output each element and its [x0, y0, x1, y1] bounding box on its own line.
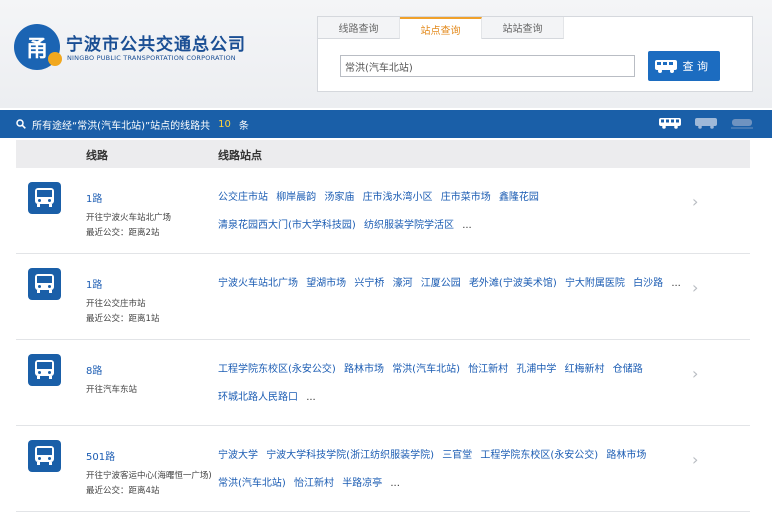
route-name-link[interactable]: 1路	[86, 276, 102, 291]
stop-link[interactable]: 宁波大学	[218, 450, 258, 461]
stop-link[interactable]: 工程学院东校区(永安公交)	[480, 450, 598, 461]
route-nearest-bus: 最近公交：距离4站	[86, 486, 160, 496]
stop-link[interactable]: 纺织服装学院学活区	[364, 220, 454, 231]
stop-link[interactable]: 常洪(汽车北站)	[392, 364, 460, 375]
bus-icon	[35, 188, 54, 207]
results-count: 10	[218, 118, 231, 130]
route-nearest-bus: 最近公交：距离1站	[86, 314, 160, 324]
stop-link[interactable]: 孔浦中学	[516, 364, 556, 375]
table-header: 线路 线路站点	[16, 140, 750, 168]
tab-stop-to-stop-query[interactable]: 站站查询	[482, 17, 564, 39]
stop-link[interactable]: 半路凉亭	[342, 478, 382, 489]
stop-link[interactable]: 怡江新村	[294, 478, 334, 489]
stop-link[interactable]: 庄市浅水湾小区	[363, 192, 433, 203]
stop-link[interactable]: 仓储路	[613, 364, 643, 375]
search-input[interactable]	[340, 55, 635, 77]
chevron-right-icon[interactable]: ›	[692, 450, 698, 469]
stop-link[interactable]: 清泉花园西大门(市大学科技园)	[218, 220, 356, 231]
route-name-link[interactable]: 8路	[86, 362, 102, 377]
logo-mark-icon: 甬	[14, 24, 62, 70]
route-direction: 开往公交庄市站	[86, 299, 146, 309]
more-stops: ...	[390, 478, 400, 489]
route-stops: 宁波大学 宁波大学科技学院(浙江纺织服装学院) 三官堂 工程学院东校区(永安公交…	[218, 442, 682, 498]
stop-link[interactable]: 三官堂	[442, 450, 472, 461]
column-stops: 线路站点	[218, 149, 262, 162]
stop-link[interactable]: 宁波大学科技学院(浙江纺织服装学院)	[266, 450, 434, 461]
stop-link[interactable]: 白沙路	[633, 278, 663, 289]
more-stops: ...	[306, 392, 316, 403]
stop-link[interactable]: 兴宁桥	[354, 278, 384, 289]
chevron-right-icon[interactable]: ›	[692, 364, 698, 383]
route-stops: 工程学院东校区(永安公交) 路林市场 常洪(汽车北站) 怡江新村 孔浦中学 红梅…	[218, 356, 682, 412]
route-bus-icon	[28, 182, 61, 214]
stop-link[interactable]: 环城北路人民路口	[218, 392, 298, 403]
route-nearest-bus: 最近公交：距离2站	[86, 228, 160, 238]
route-bus-icon	[28, 354, 61, 386]
stop-link[interactable]: 红梅新村	[565, 364, 605, 375]
stop-link[interactable]: 宁大附属医院	[565, 278, 625, 289]
stop-link[interactable]: 濠河	[393, 278, 413, 289]
route-row[interactable]: 8路开往汽车东站 工程学院东校区(永安公交) 路林市场 常洪(汽车北站) 怡江新村…	[16, 340, 750, 426]
route-row[interactable]: 1路开往公交庄市站最近公交：距离1站 宁波火车站北广场 望湖市场 兴宁桥 濠河 江…	[16, 254, 750, 340]
results-summary-prefix: 所有途经“常洪(汽车北站)”站点的线路共	[32, 120, 211, 132]
stop-link[interactable]: 望湖市场	[306, 278, 346, 289]
route-direction: 开往汽车东站	[86, 385, 138, 395]
stop-link[interactable]: 工程学院东校区(永安公交)	[218, 364, 336, 375]
route-stops: 公交庄市站 柳岸晨韵 汤家庙 庄市浅水湾小区 庄市菜市场 鑫隆花园 清泉花园西大…	[218, 184, 682, 240]
results-summary-suffix: 条	[238, 120, 249, 132]
search-tabs: 线路查询 站点查询 站站查询	[318, 17, 564, 39]
company-logo[interactable]: 甬 宁波市公共交通总公司 NINGBO PUBLIC TRANSPORTATIO…	[14, 24, 264, 74]
stop-link[interactable]: 江厦公园	[421, 278, 461, 289]
column-route: 线路	[86, 149, 108, 162]
route-bus-icon	[28, 440, 61, 472]
route-name-link[interactable]: 501路	[86, 448, 115, 463]
stop-link[interactable]: 怡江新村	[468, 364, 508, 375]
bus-icon	[35, 360, 54, 379]
route-row[interactable]: 501路开往宁波客运中心(海曙恒一广场) 最近公交：距离4站 宁波大学 宁波大学科技…	[16, 426, 750, 512]
more-stops: ...	[462, 220, 472, 231]
bus-icon	[35, 446, 54, 465]
route-stops: 宁波火车站北广场 望湖市场 兴宁桥 濠河 江厦公园 老外滩(宁波美术馆) 宁大附…	[218, 270, 682, 298]
search-panel: 线路查询 站点查询 站站查询 查 询	[317, 16, 753, 92]
transport-type-icons	[658, 116, 754, 130]
rail-filter-icon[interactable]	[730, 116, 754, 130]
search-button-label: 查 询	[682, 60, 709, 73]
tab-route-query[interactable]: 线路查询	[318, 17, 400, 39]
route-name-link[interactable]: 1路	[86, 190, 102, 205]
stop-link[interactable]: 路林市场	[344, 364, 384, 375]
company-name-en: NINGBO PUBLIC TRANSPORTATION CORPORATION	[67, 54, 236, 62]
route-row[interactable]: 1路开往宁波火车站北广场 最近公交：距离2站 公交庄市站 柳岸晨韵 汤家庙 庄市浅水…	[16, 168, 750, 254]
stop-link[interactable]: 汤家庙	[324, 192, 354, 203]
company-name: 宁波市公共交通总公司	[66, 35, 246, 55]
stop-link[interactable]: 宁波火车站北广场	[218, 278, 298, 289]
stop-link[interactable]: 路林市场	[606, 450, 646, 461]
chevron-right-icon[interactable]: ›	[692, 192, 698, 211]
more-stops: ...	[671, 278, 681, 289]
stop-link[interactable]: 鑫隆花园	[499, 192, 539, 203]
bus-icon	[655, 60, 677, 73]
search-button[interactable]: 查 询	[648, 51, 720, 81]
header: 甬 宁波市公共交通总公司 NINGBO PUBLIC TRANSPORTATIO…	[0, 0, 772, 108]
bus-icon	[35, 274, 54, 293]
stop-link[interactable]: 常洪(汽车北站)	[218, 478, 286, 489]
route-direction: 开往宁波客运中心(海曙恒一广场)	[86, 471, 212, 481]
stop-link[interactable]: 老外滩(宁波美术馆)	[469, 278, 557, 289]
search-icon	[16, 119, 26, 129]
route-direction: 开往宁波火车站北广场	[86, 213, 172, 223]
chevron-right-icon[interactable]: ›	[692, 278, 698, 297]
tab-stop-query[interactable]: 站点查询	[400, 17, 482, 39]
stop-link[interactable]: 公交庄市站	[218, 192, 268, 203]
route-bus-icon	[28, 268, 61, 300]
results-summary-bar: 所有途经“常洪(汽车北站)”站点的线路共 10 条	[0, 110, 772, 138]
express-bus-filter-icon[interactable]	[694, 116, 718, 130]
stop-link[interactable]: 庄市菜市场	[441, 192, 491, 203]
bus-filter-icon[interactable]	[658, 116, 682, 130]
stop-link[interactable]: 柳岸晨韵	[276, 192, 316, 203]
